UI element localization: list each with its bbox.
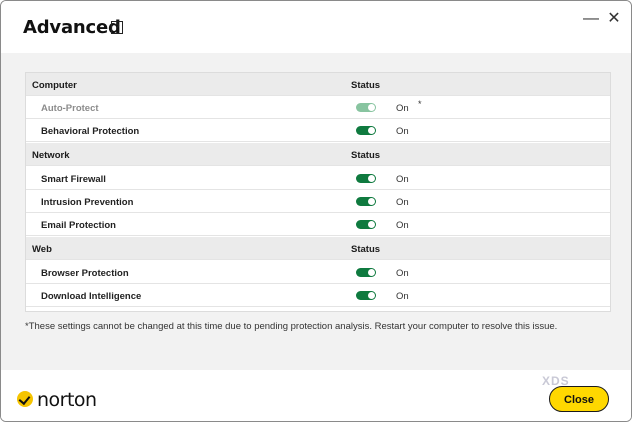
setting-row-intrusion-prevention: Intrusion Prevention On [26, 190, 610, 213]
section-title: Computer [32, 80, 77, 91]
footnote-marker: * [418, 99, 422, 109]
close-icon[interactable]: ✕ [606, 11, 622, 27]
toggle-knob [368, 198, 375, 205]
download-intelligence-toggle[interactable] [356, 291, 376, 300]
setting-label: Auto-Protect [41, 103, 99, 114]
toggle-knob [368, 127, 375, 134]
setting-state: On [396, 126, 409, 137]
dialog-title: Advanced [23, 17, 121, 38]
setting-state: On [396, 268, 409, 279]
browser-protection-toggle[interactable] [356, 268, 376, 277]
status-column-header: Status [351, 80, 381, 91]
setting-row-behavioral-protection: Behavioral Protection On [26, 119, 610, 142]
setting-state: On [396, 220, 409, 231]
toggle-knob [368, 175, 375, 182]
auto-protect-toggle[interactable] [356, 103, 376, 112]
setting-state: On [396, 291, 409, 302]
setting-row-browser-protection: Browser Protection On [26, 261, 610, 284]
toggle-knob [368, 269, 375, 276]
help-icon[interactable]: ? [111, 21, 123, 34]
section-header-web: Web Status [26, 237, 610, 260]
norton-checkmark-icon [17, 391, 33, 407]
section-header-computer: Computer Status [26, 73, 610, 96]
intrusion-prevention-toggle[interactable] [356, 197, 376, 206]
dialog-body: Computer Status Auto-Protect On * Behavi… [1, 53, 631, 421]
dialog-header: Advanced ? — ✕ [1, 1, 631, 53]
behavioral-protection-toggle[interactable] [356, 126, 376, 135]
toggle-knob [368, 292, 375, 299]
status-column-header: Status [351, 150, 381, 161]
footnote-text: *These settings cannot be changed at thi… [25, 321, 558, 332]
setting-label: Download Intelligence [41, 291, 142, 302]
toggle-knob [368, 104, 375, 111]
minimize-icon[interactable]: — [583, 11, 599, 27]
section-header-network: Network Status [26, 143, 610, 166]
norton-logo: norton [17, 389, 117, 413]
settings-table: Computer Status Auto-Protect On * Behavi… [25, 72, 611, 312]
setting-label: Browser Protection [41, 268, 129, 279]
setting-state: On [396, 174, 409, 185]
toggle-knob [368, 221, 375, 228]
setting-state: On [396, 197, 409, 208]
section-title: Web [32, 244, 52, 255]
brand-name: norton [37, 389, 97, 411]
email-protection-toggle[interactable] [356, 220, 376, 229]
smart-firewall-toggle[interactable] [356, 174, 376, 183]
setting-label: Intrusion Prevention [41, 197, 134, 208]
setting-state: On [396, 103, 409, 114]
setting-label: Email Protection [41, 220, 116, 231]
advanced-dialog: Advanced ? — ✕ Computer Status Auto-Prot… [0, 0, 632, 422]
setting-row-email-protection: Email Protection On [26, 213, 610, 236]
setting-row-download-intelligence: Download Intelligence On [26, 284, 610, 307]
setting-row-smart-firewall: Smart Firewall On [26, 167, 610, 190]
setting-row-auto-protect: Auto-Protect On * [26, 96, 610, 119]
section-title: Network [32, 150, 70, 161]
status-column-header: Status [351, 244, 381, 255]
setting-label: Smart Firewall [41, 174, 106, 185]
setting-label: Behavioral Protection [41, 126, 140, 137]
close-button[interactable]: Close [549, 386, 609, 412]
